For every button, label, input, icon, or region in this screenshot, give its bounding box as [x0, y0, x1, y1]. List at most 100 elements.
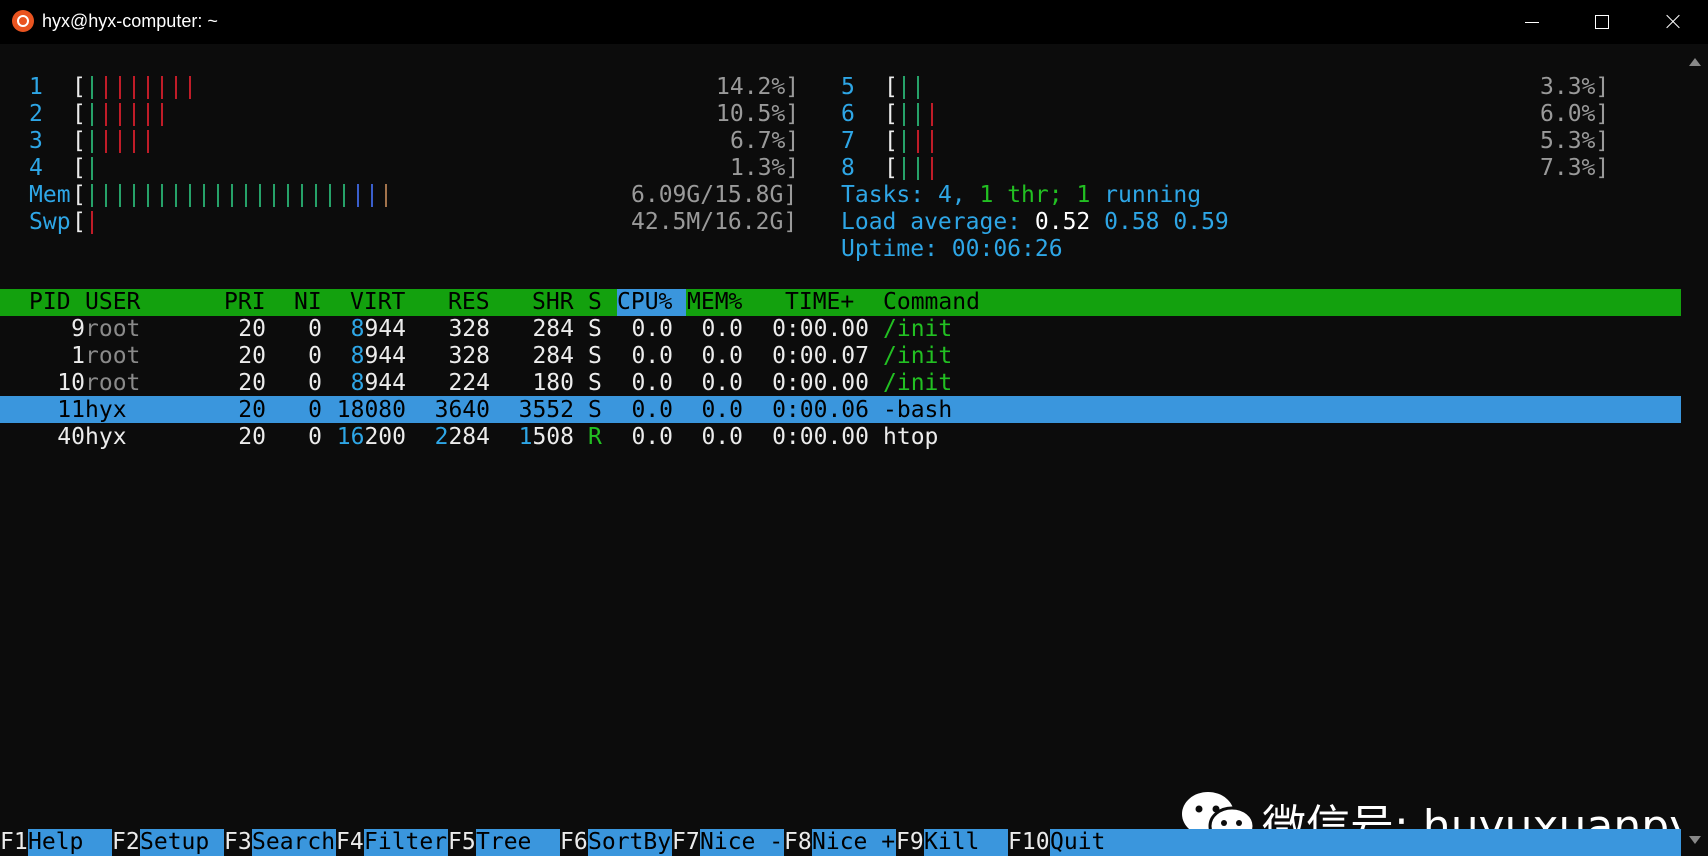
fn-key-4[interactable]: F4 [336, 829, 364, 856]
fn-key-8[interactable]: F8 [784, 829, 812, 856]
meter-tick [105, 76, 107, 99]
load-average-line: Load average: 0.52 0.58 0.59 [841, 209, 1229, 235]
fn-label-5[interactable]: Tree [476, 829, 559, 856]
function-key-bar[interactable]: F1 Help F2 Setup F3 Search F4 Filter F5 Tree F6… [0, 829, 1681, 856]
fn-key-2[interactable]: F2 [112, 829, 140, 856]
fn-key-10[interactable]: F10 [1008, 829, 1050, 856]
load-15: 0.59 [1173, 209, 1229, 235]
fn-label-10[interactable]: Quit [1050, 829, 1105, 856]
cell-virt: 8944 [350, 343, 406, 369]
cell-user: root [85, 343, 141, 369]
cell-mem: 0.0 [701, 316, 743, 342]
fn-key-7[interactable]: F7 [672, 829, 700, 856]
meter-tick [161, 76, 163, 99]
mem-label: Mem [29, 182, 71, 208]
meter-bracket: [ [72, 74, 86, 100]
meter-tick [91, 130, 93, 153]
close-button[interactable] [1644, 0, 1700, 44]
cpu-value: 10.5%] [716, 101, 800, 127]
cpu-id: 7 [841, 128, 855, 154]
cell-s: R [588, 424, 602, 450]
scroll-down-icon[interactable] [1689, 836, 1701, 844]
meter-tick [119, 76, 121, 99]
cell-user: hyx [85, 397, 127, 423]
terminal[interactable]: 1 [ 14.2%] 2 [ 10.5%] 3 [ 6.7%] 4 [ 1.3%… [0, 44, 1681, 856]
title-bar[interactable]: hyx@hyx-computer: ~ [0, 0, 1708, 44]
meter-tick [203, 184, 205, 207]
meter-tick [133, 103, 135, 126]
ubuntu-icon[interactable] [12, 10, 34, 32]
col-shr[interactable]: SHR [532, 289, 574, 316]
meter-bracket: [ [72, 182, 86, 208]
meter-bracket: [ [884, 74, 898, 100]
fn-label-9[interactable]: Kill [924, 829, 1007, 856]
maximize-button[interactable] [1574, 0, 1630, 44]
load-5: 0.58 [1104, 209, 1160, 235]
cell-s: S [588, 370, 602, 396]
cpu-value: 14.2%] [716, 74, 800, 100]
meter-tick [231, 184, 233, 207]
fn-label-2[interactable]: Setup [140, 829, 223, 856]
col-time[interactable]: TIME+ [785, 289, 854, 316]
fn-key-9[interactable]: F9 [896, 829, 924, 856]
meter-tick [91, 76, 93, 99]
window-title: hyx@hyx-computer: ~ [42, 11, 218, 31]
cpu-value: 6.0%] [1540, 101, 1610, 127]
col-mem[interactable]: MEM% [687, 289, 742, 316]
scroll-up-icon[interactable] [1689, 58, 1701, 66]
col-pri[interactable]: PRI [224, 289, 266, 316]
fn-label-8[interactable]: Nice + [812, 829, 895, 856]
fn-key-3[interactable]: F3 [224, 829, 252, 856]
process-table-header[interactable]: PID USER PRI NI VIRT RES SHR S CPU% MEM%… [0, 289, 1681, 316]
cell-ni: 0 [308, 370, 322, 396]
cell-s: S [588, 397, 602, 423]
meter-tick [245, 184, 247, 207]
col-command[interactable]: Command [883, 289, 980, 316]
cpu-id: 3 [29, 128, 43, 154]
cell-cpu: 0.0 [631, 370, 673, 396]
threads-count: 1 [979, 182, 994, 208]
cell-s: S [588, 316, 602, 342]
meter-tick [91, 184, 93, 207]
fn-key-6[interactable]: F6 [560, 829, 588, 856]
cell-shr: 180 [532, 370, 574, 396]
cell-pri: 20 [238, 424, 266, 450]
fn-label-6[interactable]: SortBy [588, 829, 671, 856]
col-user[interactable]: USER [85, 289, 140, 316]
minimize-button[interactable] [1504, 0, 1560, 44]
col-state[interactable]: S [588, 289, 602, 316]
uptime-value: 00:06:26 [951, 236, 1063, 262]
mem-value: 6.09G/15.8G] [631, 182, 798, 208]
col-pid[interactable]: PID [29, 289, 71, 316]
cell-res: 2284 [434, 424, 490, 450]
meter-tick [217, 184, 219, 207]
meter-tick [133, 184, 135, 207]
col-cpu[interactable]: CPU% [617, 289, 672, 316]
col-virt[interactable]: VIRT [350, 289, 405, 316]
uptime-line: Uptime: 00:06:26 [841, 236, 1063, 262]
cell-time: 0:00.00 [772, 424, 869, 450]
fn-label-1[interactable]: Help [28, 829, 111, 856]
meter-tick [903, 76, 905, 99]
col-ni[interactable]: NI [294, 289, 322, 316]
meter-bracket: [ [72, 155, 86, 181]
fn-key-1[interactable]: F1 [0, 829, 28, 856]
cell-pid: 40 [57, 424, 85, 450]
fn-label-3[interactable]: Search [252, 829, 335, 856]
meter-tick [91, 157, 93, 180]
meter-tick [273, 184, 275, 207]
meter-tick [903, 157, 905, 180]
col-res[interactable]: RES [448, 289, 490, 316]
scrollbar-track[interactable] [1688, 74, 1701, 844]
cell-command: -bash [883, 397, 953, 423]
cell-ni: 0 [308, 316, 322, 342]
vertical-scrollbar[interactable] [1681, 44, 1708, 856]
fn-label-7[interactable]: Nice - [700, 829, 783, 856]
meter-tick [385, 184, 387, 207]
fn-key-5[interactable]: F5 [448, 829, 476, 856]
fn-label-4[interactable]: Filter [364, 829, 447, 856]
cell-shr: 1508 [518, 424, 574, 450]
meter-tick [903, 103, 905, 126]
cell-ni: 0 [308, 397, 322, 423]
cell-virt: 8944 [350, 316, 406, 342]
